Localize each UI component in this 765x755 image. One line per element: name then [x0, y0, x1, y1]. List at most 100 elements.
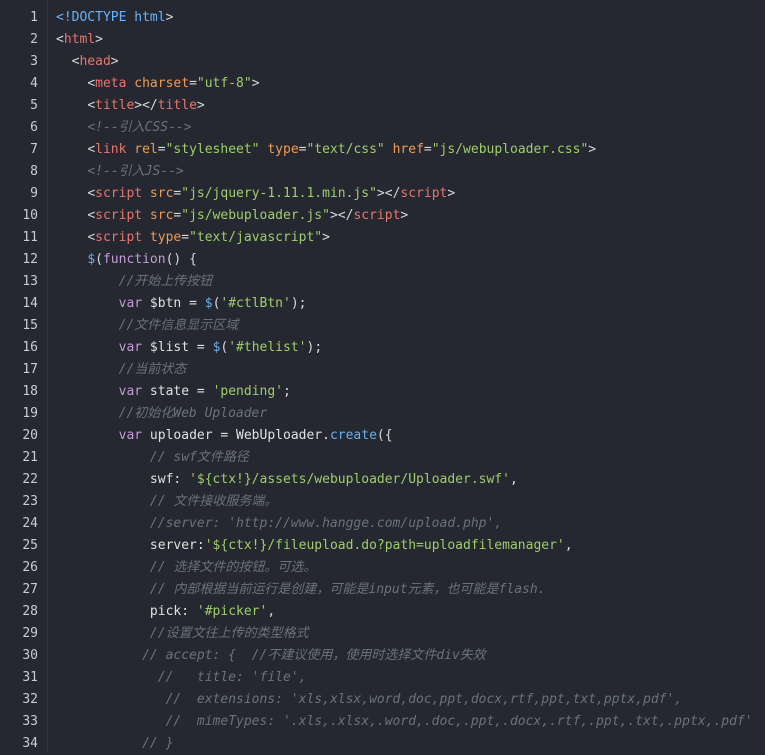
- code-line[interactable]: 10 <script src="js/webuploader.js"></scr…: [0, 205, 765, 227]
- code-line[interactable]: 16 var $list = $('#thelist');: [0, 337, 765, 359]
- code-token: );: [290, 296, 307, 311]
- code-token: link: [95, 142, 127, 157]
- code-token: $: [204, 296, 213, 311]
- code-token: "js/webuploader.css": [431, 142, 589, 157]
- line-code: //当前状态: [56, 359, 187, 381]
- code-line[interactable]: 12 $(function() {: [0, 249, 765, 271]
- line-number: 27: [22, 582, 38, 597]
- line-number: 2: [30, 32, 38, 47]
- code-token: var: [118, 340, 143, 355]
- code-token: "utf-8": [196, 76, 252, 91]
- code-line[interactable]: 21 // swf文件路径: [0, 447, 765, 469]
- code-token: >: [165, 10, 174, 25]
- code-line[interactable]: 33 // mimeTypes: '.xls,.xlsx,.word,.doc,…: [0, 711, 765, 733]
- code-line[interactable]: 28 pick: '#picker',: [0, 601, 765, 623]
- code-token: charset: [126, 76, 190, 91]
- code-line[interactable]: 17 //当前状态: [0, 359, 765, 381]
- line-code: <script src="js/jquery-1.11.1.min.js"></…: [56, 183, 455, 205]
- code-token: state =: [142, 384, 213, 399]
- code-line[interactable]: 3 <head>: [0, 51, 765, 73]
- code-line[interactable]: 15 //文件信息显示区域: [0, 315, 765, 337]
- code-token: ,: [564, 538, 573, 553]
- code-token: () {: [165, 252, 197, 267]
- code-token: src: [142, 208, 174, 223]
- code-line[interactable]: 11 <script type="text/javascript">: [0, 227, 765, 249]
- code-token: uploader = WebUploader.: [142, 428, 330, 443]
- code-token: '${ctx!}/assets/webuploader/Uploader.swf…: [189, 472, 510, 487]
- code-token: ({: [376, 428, 393, 443]
- code-token: <!--引入CSS-->: [87, 120, 192, 135]
- code-token: 'pending': [212, 384, 284, 399]
- code-token: //当前状态: [118, 362, 187, 377]
- line-number: 31: [22, 670, 38, 685]
- code-line[interactable]: 1 <!DOCTYPE html>: [0, 7, 765, 29]
- code-line[interactable]: 5 <title></title>: [0, 95, 765, 117]
- code-token: <!--引入JS-->: [87, 164, 184, 179]
- code-token: (: [95, 252, 103, 267]
- line-code: $(function() {: [56, 249, 197, 271]
- code-token: pick:: [149, 604, 197, 619]
- line-code: //server: 'http://www.hangge.com/upload.…: [56, 513, 502, 535]
- code-line[interactable]: 32 // extensions: 'xls,xlsx,word,doc,ppt…: [0, 689, 765, 711]
- code-line[interactable]: 6 <!--引入CSS-->: [0, 117, 765, 139]
- code-line[interactable]: 20 var uploader = WebUploader.create({: [0, 425, 765, 447]
- code-line[interactable]: 23 // 文件接收服务端。: [0, 491, 765, 513]
- code-token: "js/jquery-1.11.1.min.js": [181, 186, 377, 201]
- code-line[interactable]: 9 <script src="js/jquery-1.11.1.min.js">…: [0, 183, 765, 205]
- code-token: // 选择文件的按钮。可选。: [149, 560, 317, 575]
- code-line[interactable]: 19 //初始化Web Uploader: [0, 403, 765, 425]
- line-number: 33: [22, 714, 38, 729]
- line-code: <html>: [56, 29, 103, 51]
- code-line[interactable]: 30 // accept: { //不建议使用，使用时选择文件div失效: [0, 645, 765, 667]
- code-line[interactable]: 4 <meta charset="utf-8">: [0, 73, 765, 95]
- code-token: >: [588, 142, 597, 157]
- code-line[interactable]: 18 var state = 'pending';: [0, 381, 765, 403]
- code-line[interactable]: 29 //设置文往上传的类型格式: [0, 623, 765, 645]
- code-token: <: [87, 142, 96, 157]
- code-line[interactable]: 2 <html>: [0, 29, 765, 51]
- code-line[interactable]: 34 // }: [0, 733, 765, 755]
- code-token: rel: [126, 142, 158, 157]
- code-line[interactable]: 22 swf: '${ctx!}/assets/webuploader/Uplo…: [0, 469, 765, 491]
- line-code: // 内部根据当前运行是创建，可能是input元素，也可能是flash.: [56, 579, 546, 601]
- line-code: //文件信息显示区域: [56, 315, 239, 337]
- line-number: 25: [22, 538, 38, 553]
- code-line[interactable]: 13 //开始上传按钮: [0, 271, 765, 293]
- code-token: // 文件接收服务端。: [149, 494, 278, 509]
- line-number: 12: [22, 252, 38, 267]
- code-line[interactable]: 26 // 选择文件的按钮。可选。: [0, 557, 765, 579]
- line-number: 21: [22, 450, 38, 465]
- code-line[interactable]: 14 var $btn = $('#ctlBtn');: [0, 293, 765, 315]
- code-token: '${ctx!}/fileupload.do?path=uploadfilema…: [204, 538, 565, 553]
- code-line[interactable]: 8 <!--引入JS-->: [0, 161, 765, 183]
- code-token: $list =: [142, 340, 213, 355]
- code-line[interactable]: 31 // title: 'file',: [0, 667, 765, 689]
- code-token: =: [189, 76, 197, 91]
- code-line[interactable]: 27 // 内部根据当前运行是创建，可能是input元素，也可能是flash.: [0, 579, 765, 601]
- line-number: 9: [30, 186, 38, 201]
- line-code: var uploader = WebUploader.create({: [56, 425, 393, 447]
- code-token: // mimeTypes: '.xls,.xlsx,.word,.doc,.pp…: [165, 714, 753, 729]
- code-token: >: [447, 186, 456, 201]
- code-token: <: [56, 32, 64, 47]
- code-token: server:: [149, 538, 205, 553]
- code-line[interactable]: 24 //server: 'http://www.hangge.com/uplo…: [0, 513, 765, 535]
- code-token: <: [87, 208, 96, 223]
- code-token: script: [95, 186, 143, 201]
- code-line[interactable]: 25 server:'${ctx!}/fileupload.do?path=up…: [0, 535, 765, 557]
- code-editor[interactable]: 1 <!DOCTYPE html> 2 <html> 3 <head> 4 <meta c…: [0, 0, 765, 753]
- code-token: >: [322, 230, 330, 245]
- line-number: 24: [22, 516, 38, 531]
- code-line[interactable]: 7 <link rel="stylesheet" type="text/css"…: [0, 139, 765, 161]
